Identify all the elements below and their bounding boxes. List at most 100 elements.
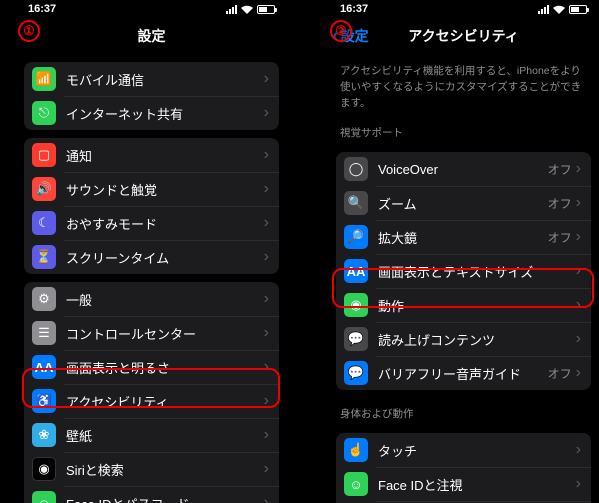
siri-icon: ◉	[32, 457, 56, 481]
battery-icon	[257, 5, 275, 14]
row-label: コントロールセンター	[66, 324, 264, 343]
group-physical: ☝ タッチ › ☺ Face IDと注視 › ▦ スイッチコントロール オフ ›…	[336, 433, 591, 503]
row-spoken-content[interactable]: 💬 読み上げコンテンツ ›	[336, 322, 591, 356]
header: 設定	[14, 18, 289, 54]
chevron-right-icon: ›	[264, 248, 269, 266]
row-general[interactable]: ⚙ 一般 ›	[24, 282, 279, 316]
zoom-icon: 🔍	[344, 191, 368, 215]
row-audio-descriptions[interactable]: 💬 バリアフリー音声ガイド オフ ›	[336, 356, 591, 390]
row-voiceover[interactable]: ◯ VoiceOver オフ ›	[336, 152, 591, 186]
row-sounds[interactable]: 🔊 サウンドと触覚 ›	[24, 172, 279, 206]
chevron-right-icon: ›	[576, 364, 581, 382]
row-mobile-data[interactable]: 📶 モバイル通信 ›	[24, 62, 279, 96]
chevron-right-icon: ›	[264, 358, 269, 376]
chevron-right-icon: ›	[264, 324, 269, 342]
row-label: Face IDとパスコード	[66, 494, 264, 503]
chevron-right-icon: ›	[576, 228, 581, 246]
phone-accessibility: 16:37 ② ‹ 設定 アクセシビリティ アクセシビリティ機能を利用すると、i…	[326, 0, 599, 503]
row-label: おやすみモード	[66, 214, 264, 233]
row-label: タッチ	[378, 441, 576, 460]
magnifier-icon: 🔎	[344, 225, 368, 249]
voiceover-icon: ◯	[344, 157, 368, 181]
step-badge-1: ①	[18, 20, 40, 42]
row-wallpaper[interactable]: ❀ 壁紙 ›	[24, 418, 279, 452]
row-label: VoiceOver	[378, 162, 548, 177]
chevron-right-icon: ›	[264, 146, 269, 164]
group-visual: ◯ VoiceOver オフ › 🔍 ズーム オフ › 🔎 拡大鏡 オフ › A…	[336, 152, 591, 390]
step-badge-2: ②	[330, 20, 352, 42]
row-screentime[interactable]: ⏳ スクリーンタイム ›	[24, 240, 279, 274]
motion-icon: ◉	[344, 293, 368, 317]
chevron-right-icon: ›	[264, 426, 269, 444]
row-label: 壁紙	[66, 426, 264, 445]
row-notifications[interactable]: ▢ 通知 ›	[24, 138, 279, 172]
row-label: アクセシビリティ	[66, 392, 264, 411]
chevron-right-icon: ›	[264, 214, 269, 232]
section-physical-label: 身体および動作	[326, 398, 599, 425]
chevron-right-icon: ›	[264, 180, 269, 198]
battery-icon	[569, 5, 587, 14]
chevron-right-icon: ›	[264, 290, 269, 308]
switches-icon: ☰	[32, 321, 56, 345]
row-value: オフ	[548, 229, 572, 246]
faceid-icon: ☺	[344, 472, 368, 496]
row-faceid-passcode[interactable]: ☺ Face IDとパスコード ›	[24, 486, 279, 503]
row-accessibility[interactable]: ♿ アクセシビリティ ›	[24, 384, 279, 418]
antenna-icon: 📶	[32, 67, 56, 91]
speaker-icon: 🔊	[32, 177, 56, 201]
section-visual-label: 視覚サポート	[326, 117, 599, 144]
row-touch[interactable]: ☝ タッチ ›	[336, 433, 591, 467]
row-display-text-size[interactable]: AA 画面表示とテキストサイズ ›	[336, 254, 591, 288]
row-siri[interactable]: ◉ Siriと検索 ›	[24, 452, 279, 486]
row-value: オフ	[548, 195, 572, 212]
touch-icon: ☝	[344, 438, 368, 462]
row-label: スクリーンタイム	[66, 248, 264, 267]
status-bar: 16:37	[326, 0, 599, 18]
chevron-right-icon: ›	[576, 262, 581, 280]
header: ‹ 設定 アクセシビリティ	[326, 18, 599, 54]
status-right	[226, 5, 275, 14]
row-label: バリアフリー音声ガイド	[378, 364, 548, 383]
hourglass-icon: ⏳	[32, 245, 56, 269]
signal-icon	[538, 5, 549, 14]
text-size-icon: AA	[344, 259, 368, 283]
row-dnd[interactable]: ☾ おやすみモード ›	[24, 206, 279, 240]
moon-icon: ☾	[32, 211, 56, 235]
row-control-center[interactable]: ☰ コントロールセンター ›	[24, 316, 279, 350]
row-label: 拡大鏡	[378, 228, 548, 247]
row-label: Siriと検索	[66, 460, 264, 479]
status-right	[538, 5, 587, 14]
accessibility-icon: ♿	[32, 389, 56, 413]
row-faceid-attention[interactable]: ☺ Face IDと注視 ›	[336, 467, 591, 501]
row-motion[interactable]: ◉ 動作 ›	[336, 288, 591, 322]
group-notifications: ▢ 通知 › 🔊 サウンドと触覚 › ☾ おやすみモード › ⏳ スクリーンタイ…	[24, 138, 279, 274]
row-zoom[interactable]: 🔍 ズーム オフ ›	[336, 186, 591, 220]
status-time: 16:37	[28, 3, 56, 15]
row-value: オフ	[548, 365, 572, 382]
chevron-right-icon: ›	[576, 194, 581, 212]
row-personal-hotspot[interactable]: ⎋ インターネット共有 ›	[24, 96, 279, 130]
flower-icon: ❀	[32, 423, 56, 447]
chevron-right-icon: ›	[576, 475, 581, 493]
row-magnifier[interactable]: 🔎 拡大鏡 オフ ›	[336, 220, 591, 254]
row-label: ズーム	[378, 194, 548, 213]
bell-icon: ▢	[32, 143, 56, 167]
text-size-icon: AA	[32, 355, 56, 379]
page-title: アクセシビリティ	[408, 26, 518, 46]
row-label: 通知	[66, 146, 264, 165]
row-label: インターネット共有	[66, 104, 264, 123]
chevron-right-icon: ›	[576, 160, 581, 178]
row-display-brightness[interactable]: AA 画面表示と明るさ ›	[24, 350, 279, 384]
status-bar: 16:37	[14, 0, 289, 18]
status-time: 16:37	[340, 3, 368, 15]
chevron-right-icon: ›	[576, 441, 581, 459]
chevron-right-icon: ›	[264, 70, 269, 88]
chevron-right-icon: ›	[264, 392, 269, 410]
chevron-right-icon: ›	[264, 104, 269, 122]
gear-icon: ⚙	[32, 287, 56, 311]
audio-description-icon: 💬	[344, 361, 368, 385]
phone-settings: 16:37 ① 設定 📶 モバイル通信 › ⎋ インターネット共有 › ▢ 通知…	[14, 0, 289, 503]
row-label: モバイル通信	[66, 70, 264, 89]
wifi-icon	[553, 5, 565, 14]
row-label: 動作	[378, 296, 576, 315]
